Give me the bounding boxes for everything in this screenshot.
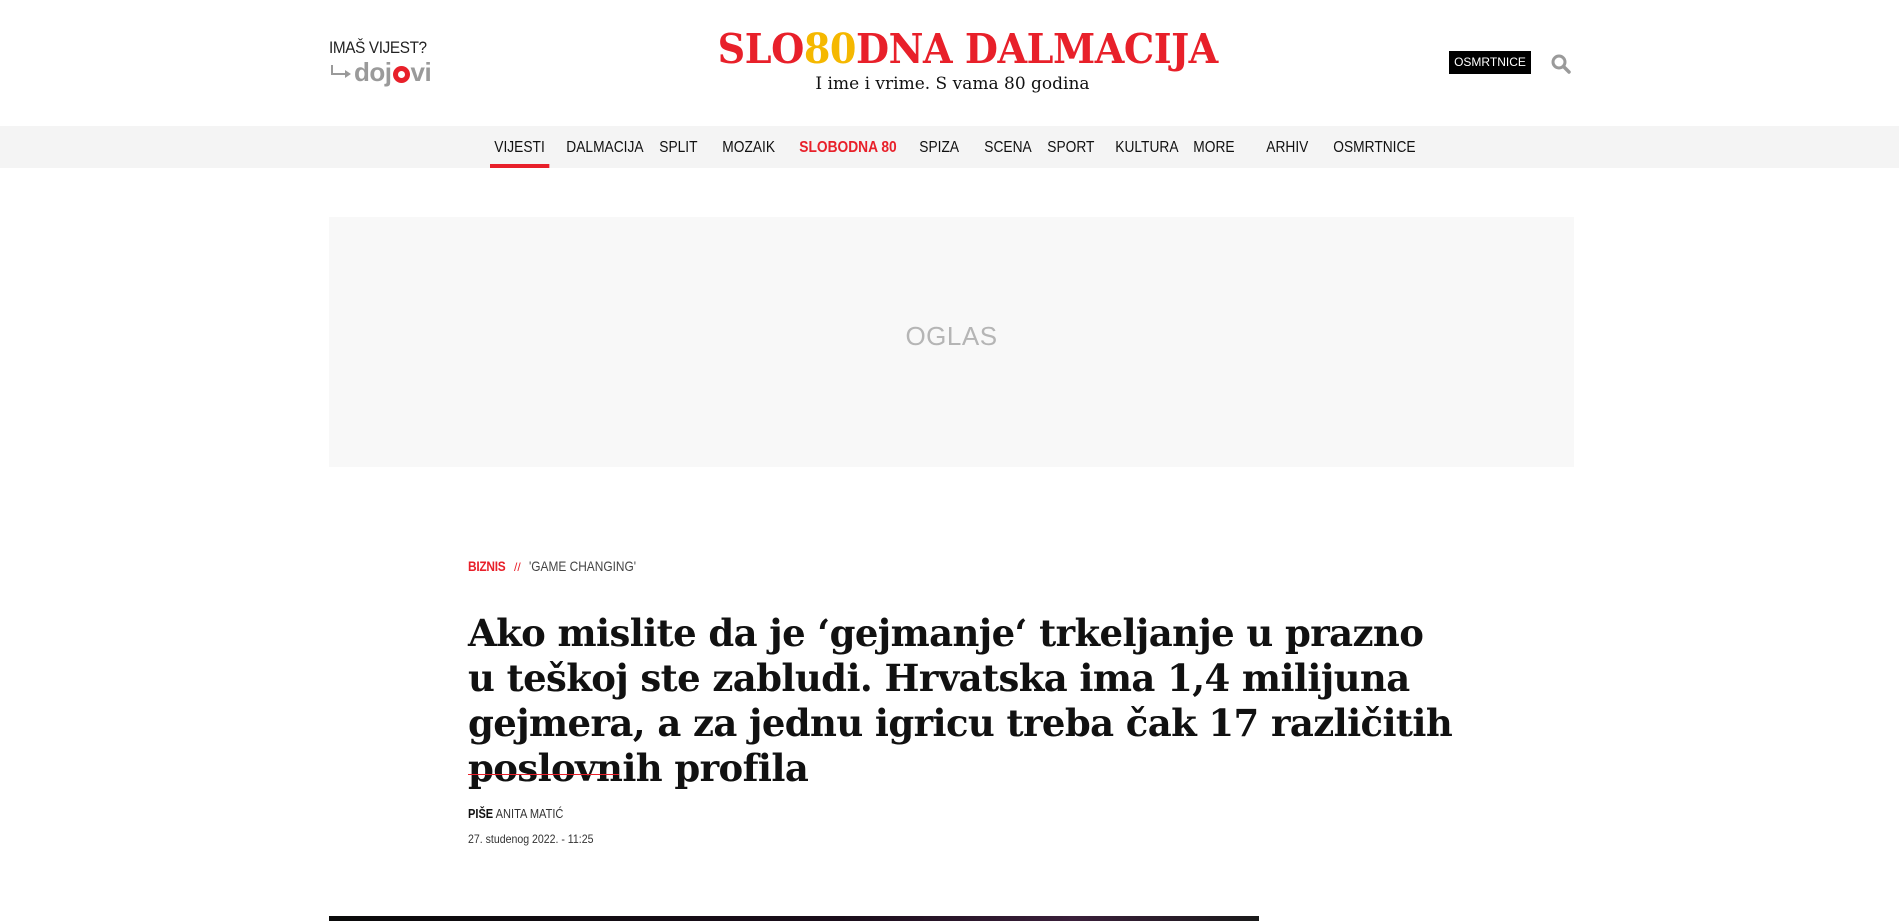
category-link[interactable]: BIZNIS bbox=[468, 558, 506, 574]
publish-date: 27. studenog 2022. - 11:25 bbox=[468, 832, 594, 846]
article-byline: PIŠE ANITA MATIĆ bbox=[468, 806, 563, 821]
author-name[interactable]: ANITA MATIĆ bbox=[496, 806, 564, 821]
main-navigation: VIJESTI DALMACIJA SPLIT MOZAIK SLOBODNA 80 SP… bbox=[0, 126, 1899, 168]
nav-item-vijesti[interactable]: VIJESTI bbox=[490, 126, 549, 168]
logo-tagline: I ime i vrime. S vama 80 godina bbox=[815, 74, 1090, 94]
search-icon[interactable] bbox=[1551, 54, 1571, 74]
breadcrumb: BIZNIS // 'GAME CHANGING' bbox=[468, 558, 654, 574]
nav-item-slobodna-80[interactable]: SLOBODNA 80 bbox=[795, 126, 901, 168]
osmrtnice-button[interactable]: OSMRTNICE bbox=[1449, 51, 1531, 74]
news-tip-prompt: IMAŠ VIJEST? bbox=[329, 38, 427, 57]
breadcrumb-separator: // bbox=[513, 560, 521, 574]
nav-item-kultura[interactable]: KULTURA bbox=[1111, 126, 1183, 168]
return-arrow-icon bbox=[329, 65, 351, 79]
nav-item-spiza[interactable]: SPIZA bbox=[915, 126, 963, 168]
nav-item-scena[interactable]: SCENA bbox=[980, 126, 1036, 168]
logo-title: SLO80DNA DALMACIJA bbox=[717, 25, 1219, 73]
nav-item-dalmacija[interactable]: DALMACIJA bbox=[562, 126, 648, 168]
advertisement-slot[interactable]: OGLAS bbox=[329, 217, 1574, 467]
article-media-top bbox=[329, 916, 1259, 921]
news-tip-brand-row: doj vi bbox=[329, 59, 439, 85]
nav-item-mozaik[interactable]: MOZAIK bbox=[718, 126, 779, 168]
dojavi-logo: doj vi bbox=[354, 57, 432, 87]
article-title: Ako mislite da je ‘gejmanje‘ trkeljanje … bbox=[468, 611, 1453, 790]
site-header: IMAŠ VIJEST? doj vi SLO80DNA DALMACIJA I … bbox=[0, 0, 1899, 126]
title-divider bbox=[468, 774, 619, 775]
nav-item-osmrtnice[interactable]: OSMRTNICE bbox=[1329, 126, 1420, 168]
byline-prefix: PIŠE bbox=[468, 806, 494, 821]
site-logo[interactable]: SLO80DNA DALMACIJA I ime i vrime. S vama… bbox=[700, 25, 1219, 94]
ad-label: OGLAS bbox=[905, 321, 998, 351]
nav-item-split[interactable]: SPLIT bbox=[655, 126, 702, 168]
nav-item-arhiv[interactable]: ARHIV bbox=[1262, 126, 1313, 168]
nav-item-more[interactable]: MORE bbox=[1189, 126, 1239, 168]
news-tip-link[interactable]: IMAŠ VIJEST? doj vi bbox=[329, 38, 439, 88]
article-kicker: 'GAME CHANGING' bbox=[528, 558, 636, 574]
nav-item-sport[interactable]: SPORT bbox=[1043, 126, 1099, 168]
speech-bubble-icon bbox=[392, 66, 410, 83]
